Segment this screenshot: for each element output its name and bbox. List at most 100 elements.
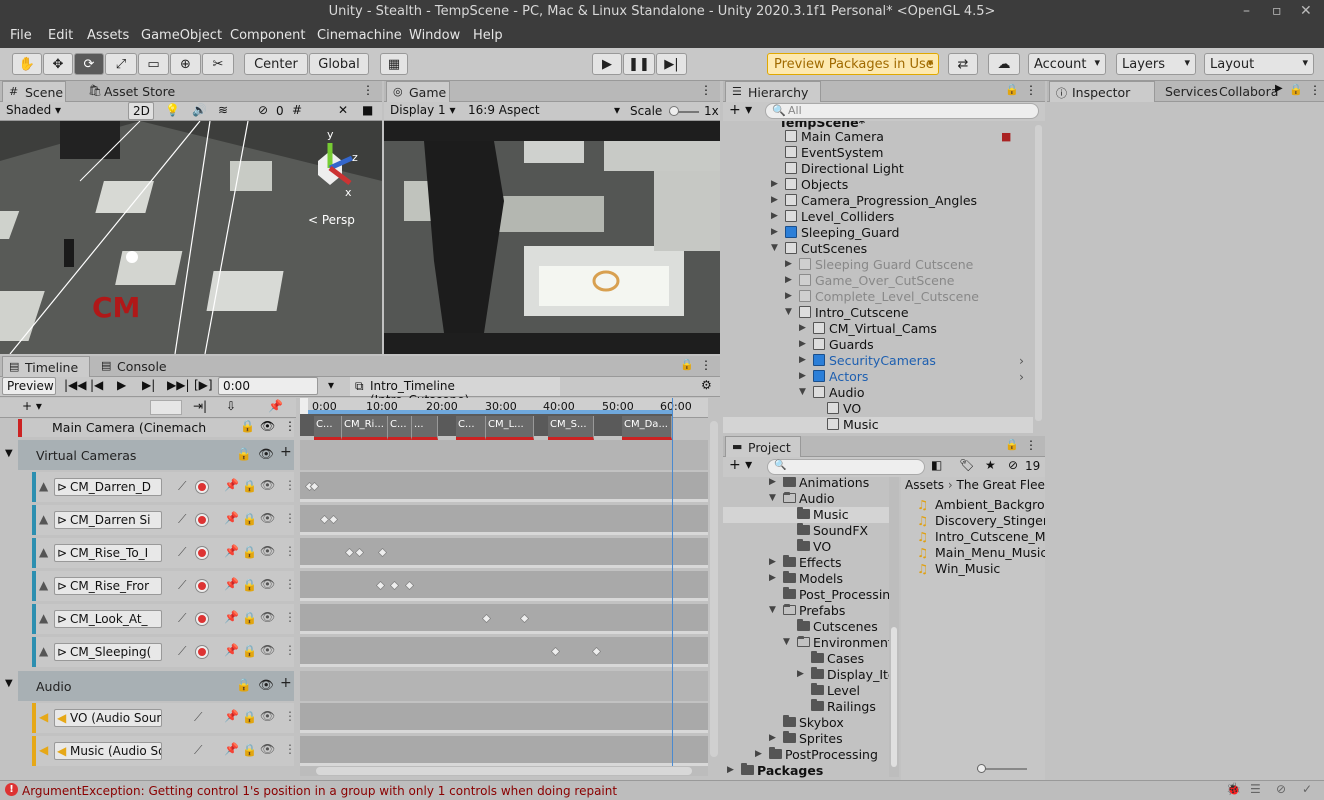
shading-mode-dropdown[interactable]: Shaded ▾ bbox=[2, 102, 120, 120]
chevron-right-icon[interactable]: › bbox=[1019, 353, 1024, 368]
mute-icon[interactable]: 👁 bbox=[260, 544, 275, 558]
track-object-field[interactable]: ⊳ CM_Rise_Fror bbox=[54, 577, 162, 595]
record-button[interactable] bbox=[196, 481, 208, 493]
menu-gameobject[interactable]: GameObject bbox=[141, 28, 222, 43]
track-menu-icon[interactable]: ⋮ bbox=[284, 742, 296, 756]
track-lane[interactable] bbox=[300, 472, 708, 502]
curves-toggle[interactable] bbox=[150, 400, 182, 415]
lock-icon[interactable]: 🔒 bbox=[680, 358, 694, 371]
record-button[interactable] bbox=[196, 580, 208, 592]
effects-icon[interactable]: ≋ bbox=[218, 103, 228, 117]
pivot-center-button[interactable]: Center bbox=[244, 53, 308, 75]
track-object-field[interactable]: ⊳ CM_Sleeping( bbox=[54, 643, 162, 661]
timeline-settings-icon[interactable]: ⚙ bbox=[701, 378, 712, 392]
curves-icon[interactable]: ⟋ bbox=[178, 512, 186, 527]
project-tree-scrollbar[interactable] bbox=[889, 477, 899, 777]
tab-scroll-icon[interactable]: ▶ bbox=[1275, 83, 1283, 94]
keyframe[interactable] bbox=[389, 580, 400, 591]
expand-arrow-icon[interactable]: ▶ bbox=[771, 227, 778, 237]
maximize-icon[interactable]: ▫ bbox=[1272, 3, 1282, 19]
lock-icon[interactable]: 🔒 bbox=[236, 677, 252, 693]
expand-arrow-icon[interactable]: ▶ bbox=[771, 179, 778, 189]
expand-arrow-icon[interactable]: ▶ bbox=[771, 195, 778, 205]
lock-icon[interactable]: 🔒 bbox=[236, 446, 252, 462]
scale-slider[interactable] bbox=[669, 106, 699, 116]
timeline-asset-breadcrumb[interactable]: ⧉Intro_Timeline (Intro_Cutscene) bbox=[350, 377, 560, 407]
collapse-arrow-icon[interactable]: ▼ bbox=[783, 637, 790, 647]
auto-generate-icon[interactable]: ⊘ bbox=[1276, 782, 1286, 796]
pin-icon[interactable]: 📌 bbox=[268, 399, 283, 413]
keyframe[interactable] bbox=[328, 514, 339, 525]
lock-icon[interactable]: 🔒 bbox=[242, 611, 257, 625]
menu-component[interactable]: Component bbox=[230, 28, 305, 43]
curves-icon[interactable]: ⟋ bbox=[178, 479, 186, 494]
rect-tool-icon[interactable]: ▭ bbox=[138, 53, 169, 75]
scroll-thumb[interactable] bbox=[891, 627, 897, 767]
track-menu-icon[interactable]: ⋮ bbox=[284, 478, 296, 492]
track-menu-icon[interactable]: ⋮ bbox=[284, 610, 296, 624]
scale-tool-icon[interactable]: ⤢ bbox=[105, 53, 137, 75]
scale-slider-thumb[interactable] bbox=[669, 106, 679, 116]
lock-icon[interactable]: 🔒 bbox=[242, 479, 257, 493]
camera-clip[interactable]: CM_L... bbox=[486, 416, 534, 440]
layout-dropdown[interactable]: Layout bbox=[1204, 53, 1314, 75]
menu-edit[interactable]: Edit bbox=[48, 28, 73, 43]
display-dropdown[interactable]: Display 1 ▾ bbox=[386, 102, 462, 120]
pin-icon[interactable]: 📌 bbox=[224, 709, 239, 723]
lock-icon[interactable]: 🔒 bbox=[242, 743, 257, 757]
lock-icon[interactable]: 🔒 bbox=[1005, 83, 1019, 96]
breadcrumb-assets[interactable]: Assets bbox=[905, 478, 944, 492]
timeline-menu-icon[interactable]: ⋮ bbox=[700, 358, 712, 372]
track-object-field[interactable]: ⊳ CM_Rise_To_I bbox=[54, 544, 162, 562]
add-icon[interactable]: + bbox=[280, 444, 292, 460]
record-button[interactable] bbox=[196, 646, 208, 658]
visibility-icon[interactable]: ⊘ bbox=[258, 103, 268, 117]
keyframe[interactable] bbox=[344, 547, 355, 558]
mute-icon[interactable]: 👁 bbox=[260, 577, 275, 591]
aspect-dropdown[interactable]: 16:9 Aspect ▾ bbox=[464, 102, 622, 120]
main-camera-track[interactable]: Main Camera (Cinemach 🔒 👁 ⋮ bbox=[18, 419, 296, 437]
snap-icon[interactable]: ⇩ bbox=[226, 399, 236, 413]
track-lane[interactable] bbox=[300, 538, 708, 568]
pin-icon[interactable]: 📌 bbox=[224, 643, 239, 657]
lock-icon[interactable]: 🔒 bbox=[1289, 83, 1303, 96]
keyframe[interactable] bbox=[375, 580, 386, 591]
menu-file[interactable]: File bbox=[10, 28, 32, 43]
track-lane[interactable] bbox=[300, 571, 708, 601]
audio-group[interactable]: Audio 🔒 👁 + bbox=[18, 671, 294, 701]
expand-arrow-icon[interactable]: ▶ bbox=[799, 339, 806, 349]
play-timeline-icon[interactable]: ▶ bbox=[117, 378, 126, 392]
collapse-arrow-icon[interactable]: ▼ bbox=[771, 243, 778, 253]
prev-frame-icon[interactable]: |◀ bbox=[90, 378, 103, 392]
goto-end-icon[interactable]: ▶▶| bbox=[167, 378, 190, 392]
collapse-arrow-icon[interactable]: ▼ bbox=[5, 448, 13, 459]
cache-icon[interactable]: ☰ bbox=[1250, 782, 1261, 796]
icon-size-thumb[interactable] bbox=[977, 764, 986, 773]
scene-viewport[interactable]: CM x z y < Persp bbox=[0, 121, 382, 354]
pin-icon[interactable]: 📌 bbox=[224, 544, 239, 558]
track-object-field[interactable]: ◀Music (Audio Sou bbox=[54, 742, 162, 760]
preview-button[interactable]: Preview bbox=[2, 377, 56, 395]
minimize-icon[interactable]: – bbox=[1243, 3, 1250, 19]
keyframe[interactable] bbox=[377, 547, 388, 558]
lock-icon[interactable]: 🔒 bbox=[242, 710, 257, 724]
mute-icon[interactable]: 👁 bbox=[260, 478, 275, 492]
hierarchy-item[interactable]: ▶ Actors › bbox=[723, 369, 1033, 385]
camera-clip[interactable]: C... bbox=[456, 416, 486, 440]
expand-arrow-icon[interactable]: ▶ bbox=[799, 323, 806, 333]
track-cm-darren-si[interactable]: ▲ ⊳ CM_Darren Si ⟋ 📌 🔒 👁 ⋮ bbox=[32, 505, 296, 535]
hierarchy-scrollbar[interactable] bbox=[1035, 125, 1042, 421]
track-cm-look-at[interactable]: ▲ ⊳ CM_Look_At_ ⟋ 📌 🔒 👁 ⋮ bbox=[32, 604, 296, 634]
main-camera-clips[interactable]: C... CM_Ri... C... ... C... CM_L... CM_S… bbox=[300, 414, 672, 440]
panel-menu-icon[interactable]: ⋮ bbox=[362, 83, 374, 97]
filter-type-icon[interactable]: ◧ bbox=[931, 458, 942, 472]
tab-hierarchy[interactable]: ☰ Hierarchy bbox=[725, 81, 821, 102]
track-lane[interactable] bbox=[300, 703, 708, 733]
cloud-icon[interactable]: ☁ bbox=[988, 53, 1020, 75]
track-menu-icon[interactable]: ⋮ bbox=[284, 511, 296, 525]
perspective-label[interactable]: < Persp bbox=[308, 213, 355, 227]
mute-icon[interactable]: 👁 bbox=[260, 419, 275, 433]
track-menu-icon[interactable]: ⋮ bbox=[284, 577, 296, 591]
game-viewport[interactable] bbox=[384, 121, 720, 354]
track-cm-sleeping[interactable]: ▲ ⊳ CM_Sleeping(⟋ 📌 🔒 👁 ⋮ bbox=[32, 637, 296, 667]
